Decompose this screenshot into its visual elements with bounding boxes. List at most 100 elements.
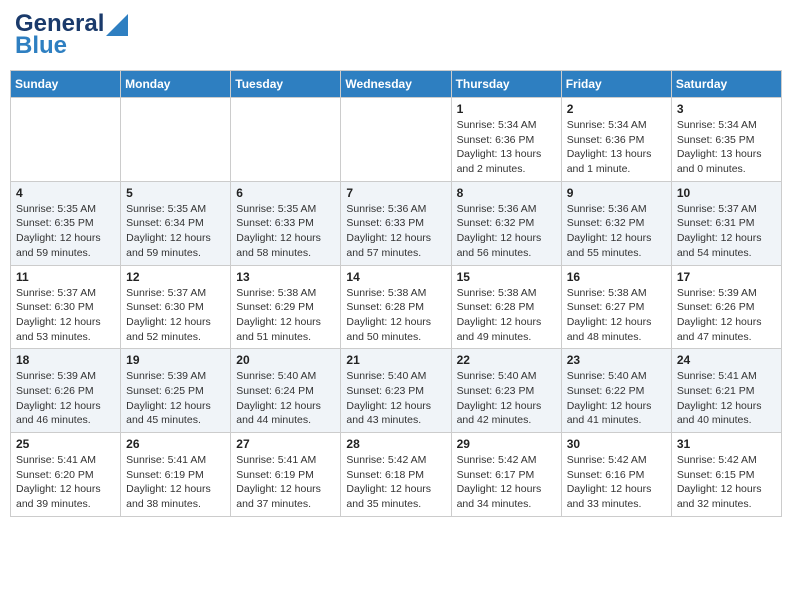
calendar-header: SundayMondayTuesdayWednesdayThursdayFrid…	[11, 71, 782, 98]
weekday-header-tuesday: Tuesday	[231, 71, 341, 98]
day-info: Sunrise: 5:40 AM Sunset: 6:24 PM Dayligh…	[236, 369, 335, 428]
day-info: Sunrise: 5:38 AM Sunset: 6:28 PM Dayligh…	[346, 286, 445, 345]
day-info: Sunrise: 5:35 AM Sunset: 6:34 PM Dayligh…	[126, 202, 225, 261]
day-info: Sunrise: 5:40 AM Sunset: 6:22 PM Dayligh…	[567, 369, 666, 428]
day-info: Sunrise: 5:40 AM Sunset: 6:23 PM Dayligh…	[346, 369, 445, 428]
calendar-cell: 13 Sunrise: 5:38 AM Sunset: 6:29 PM Dayli…	[231, 265, 341, 349]
calendar-cell: 28 Sunrise: 5:42 AM Sunset: 6:18 PM Dayli…	[341, 433, 451, 517]
day-number: 27	[236, 437, 335, 451]
calendar-body: 1 Sunrise: 5:34 AM Sunset: 6:36 PM Daylig…	[11, 98, 782, 517]
calendar-cell: 7Sunrise: 5:36 AM Sunset: 6:33 PM Daylig…	[341, 181, 451, 265]
calendar-cell	[231, 98, 341, 182]
day-number: 31	[677, 437, 776, 451]
calendar-week-4: 18 Sunrise: 5:39 AM Sunset: 6:26 PM Dayli…	[11, 349, 782, 433]
day-info: Sunrise: 5:36 AM Sunset: 6:32 PM Dayligh…	[457, 202, 556, 261]
calendar-cell: 21 Sunrise: 5:40 AM Sunset: 6:23 PM Dayli…	[341, 349, 451, 433]
calendar-cell: 15Sunrise: 5:38 AM Sunset: 6:28 PM Dayli…	[451, 265, 561, 349]
day-info: Sunrise: 5:41 AM Sunset: 6:19 PM Dayligh…	[236, 453, 335, 512]
day-number: 6	[236, 186, 335, 200]
calendar-cell: 26 Sunrise: 5:41 AM Sunset: 6:19 PM Dayli…	[121, 433, 231, 517]
calendar-cell: 9Sunrise: 5:36 AM Sunset: 6:32 PM Daylig…	[561, 181, 671, 265]
logo-icon	[106, 14, 128, 36]
calendar-cell: 14 Sunrise: 5:38 AM Sunset: 6:28 PM Dayli…	[341, 265, 451, 349]
day-info: Sunrise: 5:37 AM Sunset: 6:30 PM Dayligh…	[16, 286, 115, 345]
day-info: Sunrise: 5:42 AM Sunset: 6:18 PM Dayligh…	[346, 453, 445, 512]
day-info: Sunrise: 5:39 AM Sunset: 6:26 PM Dayligh…	[677, 286, 776, 345]
day-number: 29	[457, 437, 556, 451]
calendar-cell: 29 Sunrise: 5:42 AM Sunset: 6:17 PM Dayli…	[451, 433, 561, 517]
day-info: Sunrise: 5:34 AM Sunset: 6:35 PM Dayligh…	[677, 118, 776, 177]
calendar-cell: 11 Sunrise: 5:37 AM Sunset: 6:30 PM Dayli…	[11, 265, 121, 349]
logo: General Blue	[15, 10, 128, 60]
weekday-header-row: SundayMondayTuesdayWednesdayThursdayFrid…	[11, 71, 782, 98]
day-number: 17	[677, 270, 776, 284]
calendar-cell: 5 Sunrise: 5:35 AM Sunset: 6:34 PM Daylig…	[121, 181, 231, 265]
day-info: Sunrise: 5:41 AM Sunset: 6:20 PM Dayligh…	[16, 453, 115, 512]
calendar-week-3: 11 Sunrise: 5:37 AM Sunset: 6:30 PM Dayli…	[11, 265, 782, 349]
calendar-cell: 27 Sunrise: 5:41 AM Sunset: 6:19 PM Dayli…	[231, 433, 341, 517]
day-number: 13	[236, 270, 335, 284]
calendar-cell: 23Sunrise: 5:40 AM Sunset: 6:22 PM Dayli…	[561, 349, 671, 433]
day-number: 30	[567, 437, 666, 451]
day-info: Sunrise: 5:38 AM Sunset: 6:29 PM Dayligh…	[236, 286, 335, 345]
day-number: 22	[457, 353, 556, 367]
weekday-header-saturday: Saturday	[671, 71, 781, 98]
calendar-cell: 1 Sunrise: 5:34 AM Sunset: 6:36 PM Daylig…	[451, 98, 561, 182]
day-info: Sunrise: 5:39 AM Sunset: 6:25 PM Dayligh…	[126, 369, 225, 428]
calendar-cell: 18 Sunrise: 5:39 AM Sunset: 6:26 PM Dayli…	[11, 349, 121, 433]
calendar-cell: 20 Sunrise: 5:40 AM Sunset: 6:24 PM Dayli…	[231, 349, 341, 433]
calendar-cell: 10Sunrise: 5:37 AM Sunset: 6:31 PM Dayli…	[671, 181, 781, 265]
calendar-cell: 31 Sunrise: 5:42 AM Sunset: 6:15 PM Dayli…	[671, 433, 781, 517]
day-info: Sunrise: 5:41 AM Sunset: 6:19 PM Dayligh…	[126, 453, 225, 512]
day-info: Sunrise: 5:42 AM Sunset: 6:15 PM Dayligh…	[677, 453, 776, 512]
day-number: 16	[567, 270, 666, 284]
calendar-cell	[121, 98, 231, 182]
calendar-cell: 22 Sunrise: 5:40 AM Sunset: 6:23 PM Dayli…	[451, 349, 561, 433]
weekday-header-sunday: Sunday	[11, 71, 121, 98]
calendar-table: SundayMondayTuesdayWednesdayThursdayFrid…	[10, 70, 782, 517]
day-number: 24	[677, 353, 776, 367]
day-number: 18	[16, 353, 115, 367]
calendar-cell: 19Sunrise: 5:39 AM Sunset: 6:25 PM Dayli…	[121, 349, 231, 433]
day-number: 26	[126, 437, 225, 451]
weekday-header-friday: Friday	[561, 71, 671, 98]
calendar-cell: 25Sunrise: 5:41 AM Sunset: 6:20 PM Dayli…	[11, 433, 121, 517]
day-info: Sunrise: 5:34 AM Sunset: 6:36 PM Dayligh…	[567, 118, 666, 177]
day-info: Sunrise: 5:37 AM Sunset: 6:30 PM Dayligh…	[126, 286, 225, 345]
calendar-week-1: 1 Sunrise: 5:34 AM Sunset: 6:36 PM Daylig…	[11, 98, 782, 182]
calendar-cell: 24 Sunrise: 5:41 AM Sunset: 6:21 PM Dayli…	[671, 349, 781, 433]
day-info: Sunrise: 5:42 AM Sunset: 6:17 PM Dayligh…	[457, 453, 556, 512]
calendar-cell: 4 Sunrise: 5:35 AM Sunset: 6:35 PM Daylig…	[11, 181, 121, 265]
day-number: 28	[346, 437, 445, 451]
day-info: Sunrise: 5:35 AM Sunset: 6:33 PM Dayligh…	[236, 202, 335, 261]
day-info: Sunrise: 5:40 AM Sunset: 6:23 PM Dayligh…	[457, 369, 556, 428]
day-number: 20	[236, 353, 335, 367]
calendar-cell: 3 Sunrise: 5:34 AM Sunset: 6:35 PM Daylig…	[671, 98, 781, 182]
day-number: 11	[16, 270, 115, 284]
day-info: Sunrise: 5:41 AM Sunset: 6:21 PM Dayligh…	[677, 369, 776, 428]
day-number: 5	[126, 186, 225, 200]
calendar-cell: 8Sunrise: 5:36 AM Sunset: 6:32 PM Daylig…	[451, 181, 561, 265]
weekday-header-monday: Monday	[121, 71, 231, 98]
calendar-cell	[11, 98, 121, 182]
day-info: Sunrise: 5:37 AM Sunset: 6:31 PM Dayligh…	[677, 202, 776, 261]
day-info: Sunrise: 5:34 AM Sunset: 6:36 PM Dayligh…	[457, 118, 556, 177]
day-number: 9	[567, 186, 666, 200]
day-number: 1	[457, 102, 556, 116]
calendar-week-5: 25Sunrise: 5:41 AM Sunset: 6:20 PM Dayli…	[11, 433, 782, 517]
day-number: 4	[16, 186, 115, 200]
calendar-cell: 6 Sunrise: 5:35 AM Sunset: 6:33 PM Daylig…	[231, 181, 341, 265]
calendar-cell: 2 Sunrise: 5:34 AM Sunset: 6:36 PM Daylig…	[561, 98, 671, 182]
calendar-cell: 30Sunrise: 5:42 AM Sunset: 6:16 PM Dayli…	[561, 433, 671, 517]
day-info: Sunrise: 5:39 AM Sunset: 6:26 PM Dayligh…	[16, 369, 115, 428]
day-number: 7	[346, 186, 445, 200]
calendar-cell: 17 Sunrise: 5:39 AM Sunset: 6:26 PM Dayli…	[671, 265, 781, 349]
day-info: Sunrise: 5:35 AM Sunset: 6:35 PM Dayligh…	[16, 202, 115, 261]
day-number: 3	[677, 102, 776, 116]
day-number: 2	[567, 102, 666, 116]
day-number: 14	[346, 270, 445, 284]
calendar-cell: 16Sunrise: 5:38 AM Sunset: 6:27 PM Dayli…	[561, 265, 671, 349]
calendar-cell	[341, 98, 451, 182]
day-number: 21	[346, 353, 445, 367]
day-number: 12	[126, 270, 225, 284]
